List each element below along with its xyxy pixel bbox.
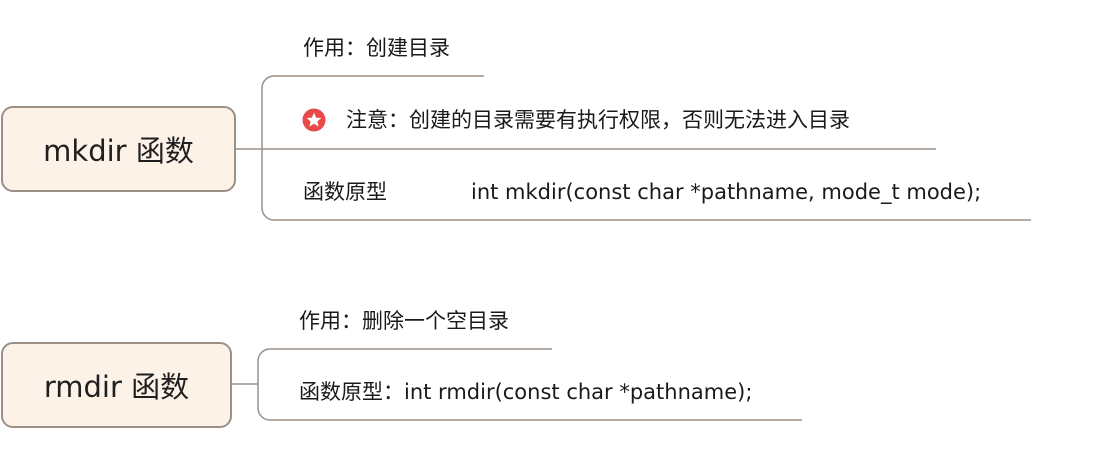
mkdir-node[interactable]: mkdir 函数 (1, 106, 236, 192)
mkdir-prototype-code: int mkdir(const char *pathname, mode_t m… (471, 180, 982, 204)
rmdir-node-title: rmdir 函数 (43, 370, 190, 404)
rmdir-purpose-text: 作用：删除一个空目录 (299, 309, 509, 333)
mkdir-note: 注意：创建的目录需要有执行权限，否则无法进入目录 (302, 107, 850, 133)
rmdir-prototype-text: 函数原型：int rmdir(const char *pathname); (299, 380, 753, 404)
mkdir-node-title: mkdir 函数 (43, 134, 194, 168)
mkdir-purpose: 作用：创建目录 (303, 35, 450, 61)
rmdir-node[interactable]: rmdir 函数 (1, 342, 232, 428)
mkdir-prototype-label: 函数原型 (303, 180, 387, 204)
rmdir-prototype: 函数原型：int rmdir(const char *pathname); (299, 379, 752, 405)
mkdir-prototype: 函数原型 int mkdir(const char *pathname, mod… (303, 179, 981, 205)
star-icon (302, 108, 326, 132)
rmdir-purpose: 作用：删除一个空目录 (299, 308, 509, 334)
mkdir-note-text: 注意：创建的目录需要有执行权限，否则无法进入目录 (346, 108, 850, 132)
mkdir-purpose-text: 作用：创建目录 (303, 36, 450, 60)
